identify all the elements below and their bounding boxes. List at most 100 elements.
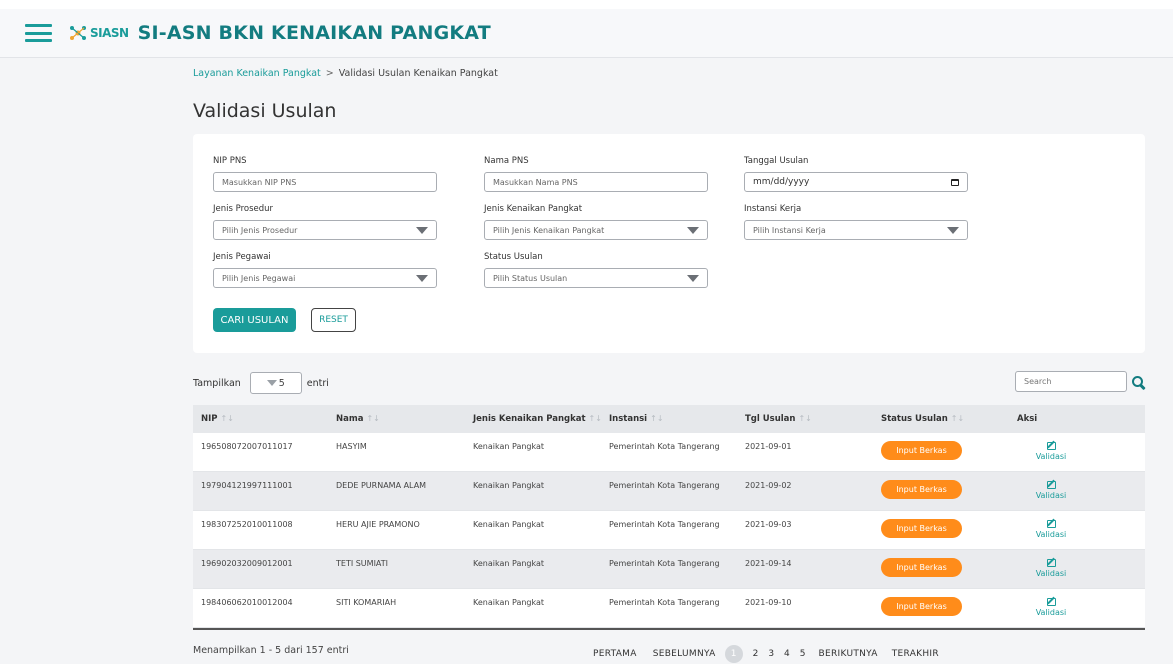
validasi-link[interactable]: Validasi — [1025, 598, 1077, 617]
logo-text: SIASN — [90, 26, 129, 40]
breadcrumb-current: Validasi Usulan Kenaikan Pangkat — [338, 68, 498, 79]
pagination-page-5[interactable]: 5 — [800, 649, 806, 659]
search-icon[interactable] — [1131, 375, 1145, 389]
validasi-link[interactable]: Validasi — [1025, 559, 1077, 578]
calendar-icon[interactable] — [951, 178, 959, 186]
pagination-page-1[interactable]: 1 — [724, 645, 743, 663]
edit-icon — [1046, 520, 1056, 528]
validasi-link[interactable]: Validasi — [1025, 442, 1077, 461]
pagination-page-4[interactable]: 4 — [784, 649, 790, 659]
cell-status: Input Berkas — [881, 511, 1017, 538]
input-berkas-button[interactable]: Input Berkas — [881, 480, 962, 499]
input-berkas-button[interactable]: Input Berkas — [881, 597, 962, 616]
status-select[interactable]: Pilih Status Usulan — [484, 268, 708, 288]
usulan-table: NIP ↑↓ Nama ↑↓ Jenis Kenaikan Pangkat ↑↓ In… — [193, 405, 1145, 630]
column-header-label: NIP — [201, 414, 218, 424]
cell-nip: 196902032009012001 — [201, 559, 293, 568]
input-berkas-button[interactable]: Input Berkas — [881, 441, 962, 460]
column-header-nama[interactable]: Nama ↑↓ — [336, 414, 473, 424]
validasi-label: Validasi — [1035, 491, 1067, 500]
instansi-select[interactable]: Pilih Instansi Kerja — [744, 220, 968, 240]
column-header-nip[interactable]: NIP ↑↓ — [193, 414, 336, 424]
column-header-label: Nama — [336, 414, 364, 424]
sort-icon: ↑↓ — [220, 414, 234, 423]
cell-aksi: Validasi — [1017, 511, 1145, 539]
sort-icon: ↑↓ — [366, 414, 380, 423]
table-footer-divider — [193, 628, 1145, 630]
input-berkas-button[interactable]: Input Berkas — [881, 519, 962, 538]
input-berkas-button[interactable]: Input Berkas — [881, 558, 962, 577]
jenis-kenaikan-select[interactable]: Pilih Jenis Kenaikan Pangkat — [484, 220, 708, 240]
cari-usulan-button[interactable]: CARI USULAN — [213, 308, 296, 332]
cell-nama: HASYIM — [336, 442, 367, 451]
breadcrumb-parent-link[interactable]: Layanan Kenaikan Pangkat — [193, 68, 321, 79]
cell-status: Input Berkas — [881, 433, 1017, 460]
edit-icon — [1046, 481, 1056, 489]
page-length-value: 5 — [278, 377, 285, 389]
tanggal-label: Tanggal Usulan — [744, 156, 809, 166]
pagination-last[interactable]: TERAKHIR — [892, 649, 939, 659]
table-header: NIP ↑↓ Nama ↑↓ Jenis Kenaikan Pangkat ↑↓ In… — [193, 405, 1145, 433]
pagination-page-2[interactable]: 2 — [753, 649, 759, 659]
instansi-label: Instansi Kerja — [744, 204, 802, 214]
validasi-link[interactable]: Validasi — [1025, 520, 1077, 539]
cell-tgl: 2021-09-01 — [745, 442, 792, 451]
siasn-logo: SIASN — [68, 23, 129, 43]
validasi-link[interactable]: Validasi — [1025, 481, 1077, 500]
jenis-prosedur-value: Pilih Jenis Prosedur — [222, 225, 298, 235]
cell-aksi: Validasi — [1017, 589, 1145, 617]
sort-icon: ↑↓ — [798, 414, 812, 423]
jenis-kenaikan-value: Pilih Jenis Kenaikan Pangkat — [493, 225, 605, 235]
reset-button[interactable]: RESET — [311, 308, 356, 332]
jenis-kenaikan-field-group: Jenis Kenaikan Pangkat Pilih Jenis Kenai… — [484, 204, 708, 240]
column-header-jenis[interactable]: Jenis Kenaikan Pangkat ↑↓ — [473, 414, 609, 424]
cell-nip: 198307252010011008 — [201, 520, 293, 529]
cell-nama: TETI SUMIATI — [336, 559, 389, 568]
jenis-prosedur-field-group: Jenis Prosedur Pilih Jenis Prosedur — [213, 204, 437, 240]
cell-instansi: Pemerintah Kota Tangerang — [609, 442, 720, 451]
logo-star-icon — [70, 26, 86, 40]
filter-panel: NIP PNS Masukkan NIP PNS Nama PNS Masukk… — [193, 134, 1145, 353]
cell-instansi: Pemerintah Kota Tangerang — [609, 520, 720, 529]
breadcrumb-separator: > — [325, 68, 334, 79]
edit-icon — [1046, 559, 1056, 567]
validasi-label: Validasi — [1035, 569, 1067, 578]
cell-instansi: Pemerintah Kota Tangerang — [609, 481, 720, 490]
pagination-page-3[interactable]: 3 — [768, 649, 774, 659]
table-info: Menampilkan 1 - 5 dari 157 entri — [193, 645, 349, 656]
nama-placeholder: Masukkan Nama PNS — [493, 177, 578, 187]
jenis-prosedur-select[interactable]: Pilih Jenis Prosedur — [213, 220, 437, 240]
cell-nip: 197904121997111001 — [201, 481, 293, 490]
column-header-status[interactable]: Status Usulan ↑↓ — [881, 414, 1017, 424]
nip-input[interactable]: Masukkan NIP PNS — [213, 172, 437, 192]
page-length-select[interactable]: 5 — [249, 372, 302, 394]
jenis-prosedur-label: Jenis Prosedur — [213, 204, 274, 214]
page-length-control: Tampilkan 5 entri — [193, 372, 329, 394]
column-header-tgl[interactable]: Tgl Usulan ↑↓ — [745, 414, 881, 424]
jenis-kenaikan-label: Jenis Kenaikan Pangkat — [484, 204, 583, 214]
pagination-prev[interactable]: SEBELUMNYA — [653, 649, 716, 659]
search-placeholder: Search — [1024, 377, 1052, 386]
dropdown-arrow-icon — [687, 274, 699, 282]
dropdown-arrow-icon — [416, 274, 428, 282]
dropdown-arrow-icon — [266, 380, 277, 386]
tanggal-date-input[interactable]: mm/dd/yyyy — [744, 172, 968, 192]
cell-jenis: Kenaikan Pangkat — [473, 481, 545, 490]
cell-nip: 196508072007011017 — [201, 442, 293, 451]
nama-label: Nama PNS — [484, 156, 529, 166]
validasi-label: Validasi — [1035, 608, 1067, 617]
table-row: 198406062010012004 SITI KOMARIAH Kenaika… — [193, 589, 1145, 628]
table-search-input[interactable]: Search — [1015, 371, 1127, 392]
cell-jenis: Kenaikan Pangkat — [473, 559, 545, 568]
cell-tgl: 2021-09-10 — [745, 598, 792, 607]
cell-status: Input Berkas — [881, 589, 1017, 616]
pagination-first[interactable]: PERTAMA — [593, 649, 637, 659]
entries-label: entri — [306, 377, 329, 389]
column-header-instansi[interactable]: Instansi ↑↓ — [609, 414, 745, 424]
hamburger-menu-icon[interactable] — [25, 24, 52, 42]
jenis-pegawai-select[interactable]: Pilih Jenis Pegawai — [213, 268, 437, 288]
nama-input[interactable]: Masukkan Nama PNS — [484, 172, 708, 192]
nip-placeholder: Masukkan NIP PNS — [222, 177, 297, 187]
table-row: 196508072007011017 HASYIM Kenaikan Pangk… — [193, 433, 1145, 472]
pagination-next[interactable]: BERIKUTNYA — [819, 649, 878, 659]
